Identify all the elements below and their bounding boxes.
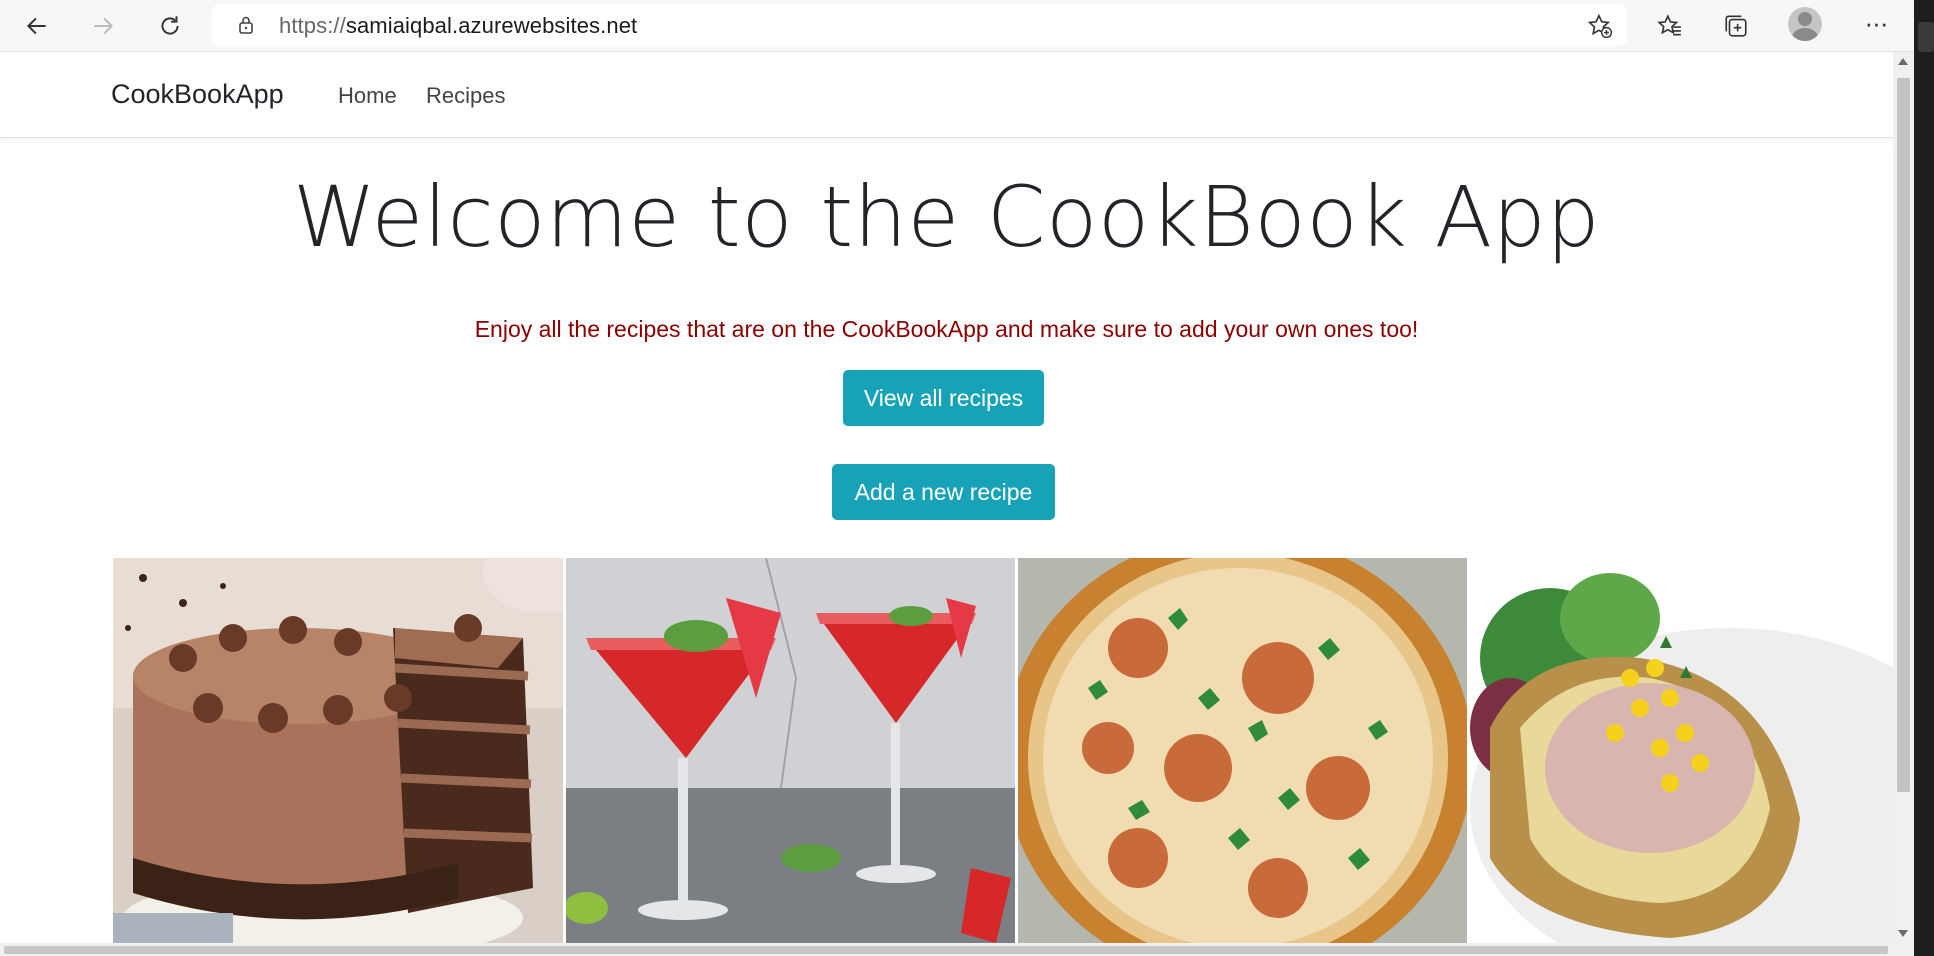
page-viewport: CookBookApp Home Recipes Welcome to the …: [0, 52, 1893, 943]
sidebar-toggle-icon[interactable]: [1918, 22, 1934, 52]
refresh-icon: [161, 16, 179, 35]
profile-avatar[interactable]: [1788, 7, 1822, 41]
nav-link-recipes[interactable]: Recipes: [426, 83, 505, 109]
favorites-button[interactable]: [1650, 6, 1690, 46]
cocktails-image: [566, 558, 1015, 943]
nav-link-home[interactable]: Home: [338, 83, 397, 109]
forward-arrow-icon: [94, 17, 114, 35]
site-navbar: CookBookApp Home Recipes: [0, 52, 1893, 138]
pizza-image: [1018, 558, 1467, 943]
collections-icon: [1725, 15, 1747, 37]
scroll-up-arrow-icon[interactable]: [1898, 58, 1908, 65]
vertical-scroll-thumb[interactable]: [1897, 78, 1910, 792]
address-bar[interactable]: https://samiaiqbal.azurewebsites.net: [212, 4, 1627, 46]
url-host: samiaiqbal.azurewebsites.net: [345, 13, 638, 38]
view-all-recipes-button[interactable]: View all recipes: [843, 370, 1044, 426]
vertical-scrollbar[interactable]: [1893, 52, 1914, 943]
cake-image: [113, 558, 563, 943]
horizontal-scrollbar[interactable]: [0, 943, 1914, 956]
back-arrow-icon: [26, 17, 46, 35]
add-new-recipe-button[interactable]: Add a new recipe: [832, 464, 1055, 520]
url-text: https://samiaiqbal.azurewebsites.net: [279, 13, 637, 39]
adjacent-window-edge: [1914, 0, 1934, 956]
scroll-down-arrow-icon[interactable]: [1898, 930, 1908, 937]
site-brand[interactable]: CookBookApp: [111, 79, 284, 110]
page-subtitle: Enjoy all the recipes that are on the Co…: [474, 316, 1419, 342]
browser-menu-button[interactable]: ···: [1856, 6, 1896, 46]
collections-button[interactable]: [1716, 6, 1756, 46]
horizontal-scroll-thumb[interactable]: [4, 946, 1888, 954]
page-title: Welcome to the CookBook App: [292, 168, 1601, 266]
refresh-button[interactable]: [150, 6, 190, 46]
lock-icon: [239, 16, 253, 34]
recipe-image-gallery: [113, 558, 1893, 943]
browser-toolbar: https://samiaiqbal.azurewebsites.net ···: [0, 0, 1934, 52]
forward-button[interactable]: [83, 6, 123, 46]
favorites-star-icon: [1657, 14, 1681, 36]
add-favorite-icon[interactable]: [1587, 13, 1613, 39]
url-scheme: https://: [279, 13, 346, 38]
back-button[interactable]: [17, 6, 57, 46]
baked-potato-image: [1470, 558, 1893, 943]
